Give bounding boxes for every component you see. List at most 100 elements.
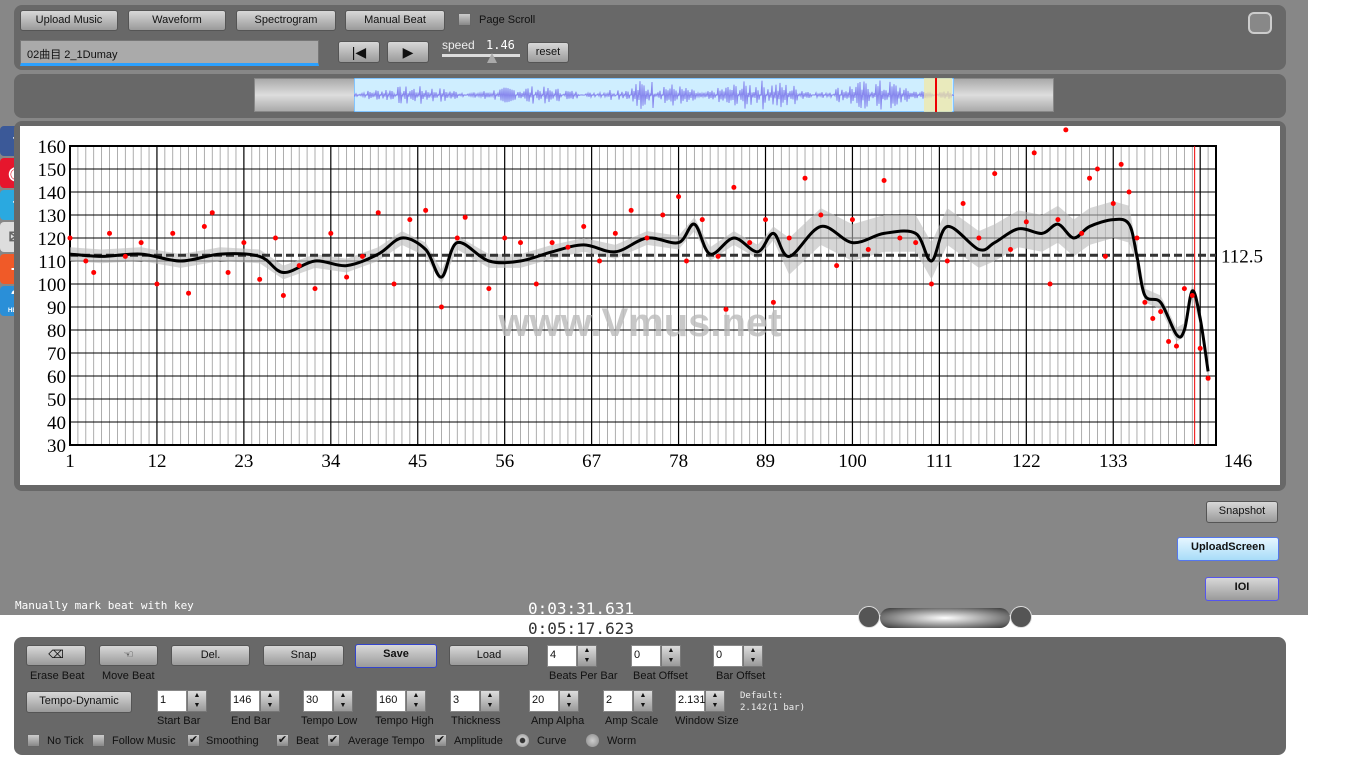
spectrogram-button[interactable]: Spectrogram [236, 10, 336, 31]
tempo-chart[interactable]: 304050607080901001101201301401501601 12 23… [20, 126, 1280, 485]
follow-music-checkbox[interactable] [92, 734, 105, 747]
amplitude-label: Amplitude [454, 735, 503, 747]
beat-point [1126, 189, 1132, 195]
window-size-stepper[interactable]: 2.1316 ▲ ▼ [675, 690, 727, 712]
bar-offset-input[interactable]: 0 [713, 645, 743, 667]
save-button[interactable]: Save [355, 644, 437, 668]
speed-slider[interactable] [442, 54, 520, 57]
ioi-button[interactable]: IOI [1205, 577, 1279, 601]
beat-checkbox[interactable]: ✔ [276, 734, 289, 747]
beat-point [83, 258, 89, 264]
thickness-stepper[interactable]: 3 ▲ ▼ [450, 690, 502, 712]
stepper-arrows-icon[interactable]: ▲ ▼ [260, 690, 280, 712]
beat-point [1166, 339, 1172, 344]
play-icon: ▶ [402, 44, 414, 60]
stepper-arrows-icon[interactable]: ▲ ▼ [661, 645, 681, 667]
end-bar-input[interactable]: 146 [230, 690, 260, 712]
beat-point [992, 171, 998, 177]
speed-slider-thumb[interactable] [487, 53, 497, 63]
watermark: www.Vmus.net [497, 301, 781, 345]
fullscreen-icon[interactable] [1248, 12, 1272, 34]
tempo-low-label: Tempo Low [301, 715, 358, 727]
stepper-arrows-icon[interactable]: ▲ ▼ [559, 690, 579, 712]
beat-point [328, 230, 334, 236]
stepper-arrows-icon[interactable]: ▲ ▼ [333, 690, 353, 712]
status-text: Manually mark beat with key [15, 599, 194, 612]
beat-point [486, 286, 492, 292]
beat-point [928, 281, 934, 287]
beat-point [660, 212, 666, 218]
beats-per-bar-input[interactable]: 4 [547, 645, 577, 667]
load-button[interactable]: Load [449, 645, 529, 666]
smoothing-checkbox[interactable]: ✔ [187, 734, 200, 747]
beat-offset-stepper[interactable]: 0 ▲ ▼ [631, 645, 683, 667]
beat-point [960, 201, 966, 206]
file-name-field[interactable]: 02曲目 2_1Dumay [20, 40, 319, 66]
average-tempo-checkbox[interactable]: ✔ [327, 734, 340, 747]
x-tick-label: 45 [408, 451, 427, 472]
tempo-dynamic-button[interactable]: Tempo-Dynamic [26, 691, 132, 713]
beat-point [186, 290, 192, 296]
stepper-arrows-icon[interactable]: ▲ ▼ [705, 690, 725, 712]
worm-radio[interactable] [586, 734, 599, 747]
amp-scale-input[interactable]: 2 [603, 690, 633, 712]
waveform-button[interactable]: Waveform [128, 10, 226, 31]
thickness-input[interactable]: 3 [450, 690, 480, 712]
stepper-arrows-icon[interactable]: ▲ ▼ [406, 690, 426, 712]
beat-point [138, 240, 144, 246]
beat-point [1158, 309, 1164, 315]
start-bar-input[interactable]: 1 [157, 690, 187, 712]
amplitude-checkbox[interactable]: ✔ [434, 734, 447, 747]
no-tick-label: No Tick [47, 735, 84, 747]
bar-offset-stepper[interactable]: 0 ▲ ▼ [713, 645, 765, 667]
snapshot-button[interactable]: Snapshot [1206, 501, 1278, 523]
page-scroll-checkbox[interactable] [458, 13, 471, 26]
beat-offset-input[interactable]: 0 [631, 645, 661, 667]
amp-alpha-stepper[interactable]: 20 ▲ ▼ [529, 690, 581, 712]
erase-beat-button[interactable]: ⌫ [26, 645, 86, 666]
bar-offset-label: Bar Offset [716, 670, 766, 682]
stepper-arrows-icon[interactable]: ▲ ▼ [480, 690, 500, 712]
upload-music-button[interactable]: Upload Music [20, 10, 118, 31]
smoothing-label: Smoothing [206, 735, 259, 747]
play-button[interactable]: ▶ [387, 41, 429, 63]
beat-point [1197, 345, 1203, 351]
rewind-button[interactable]: |◀ [338, 41, 380, 63]
beat-point [1102, 253, 1108, 259]
beat-point [1189, 293, 1195, 298]
stepper-arrows-icon[interactable]: ▲ ▼ [577, 645, 597, 667]
beat-point [1181, 286, 1187, 292]
stepper-arrows-icon[interactable]: ▲ ▼ [633, 690, 653, 712]
total-time: 0:05:17.623 [528, 619, 634, 638]
manual-beat-button[interactable]: Manual Beat [345, 10, 445, 31]
window-size-input[interactable]: 2.1316 [675, 690, 712, 712]
move-beat-button[interactable]: ☜ [99, 645, 158, 666]
snap-button[interactable]: Snap [263, 645, 344, 666]
start-bar-label: Start Bar [157, 715, 201, 727]
tempo-low-input[interactable]: 30 [303, 690, 333, 712]
x-tick-label: 89 [756, 451, 775, 472]
x-tick-label: 146 [1224, 451, 1253, 472]
no-tick-checkbox[interactable] [27, 734, 40, 747]
beats-per-bar-stepper[interactable]: 4 ▲ ▼ [547, 645, 599, 667]
tempo-high-stepper[interactable]: 160 ▲ ▼ [376, 690, 428, 712]
end-bar-stepper[interactable]: 146 ▲ ▼ [230, 690, 282, 712]
upload-screen-button[interactable]: UploadScreen [1177, 537, 1279, 561]
amp-scale-stepper[interactable]: 2 ▲ ▼ [603, 690, 655, 712]
stepper-arrows-icon[interactable]: ▲ ▼ [187, 690, 207, 712]
tempo-high-input[interactable]: 160 [376, 690, 406, 712]
beat-point [1087, 175, 1093, 181]
beat-point [391, 281, 397, 287]
beat-point [1055, 217, 1061, 223]
tempo-low-stepper[interactable]: 30 ▲ ▼ [303, 690, 355, 712]
reset-button[interactable]: reset [527, 42, 569, 63]
stepper-arrows-icon[interactable]: ▲ ▼ [743, 645, 763, 667]
amp-alpha-input[interactable]: 20 [529, 690, 559, 712]
curve-radio[interactable] [516, 734, 529, 747]
erase-beat-label: Erase Beat [30, 670, 85, 682]
delete-button[interactable]: Del. [171, 645, 250, 666]
amplitude-slider[interactable] [858, 606, 1034, 630]
start-bar-stepper[interactable]: 1 ▲ ▼ [157, 690, 209, 712]
waveform-view[interactable] [354, 78, 954, 112]
y-tick-label: 120 [38, 229, 67, 250]
